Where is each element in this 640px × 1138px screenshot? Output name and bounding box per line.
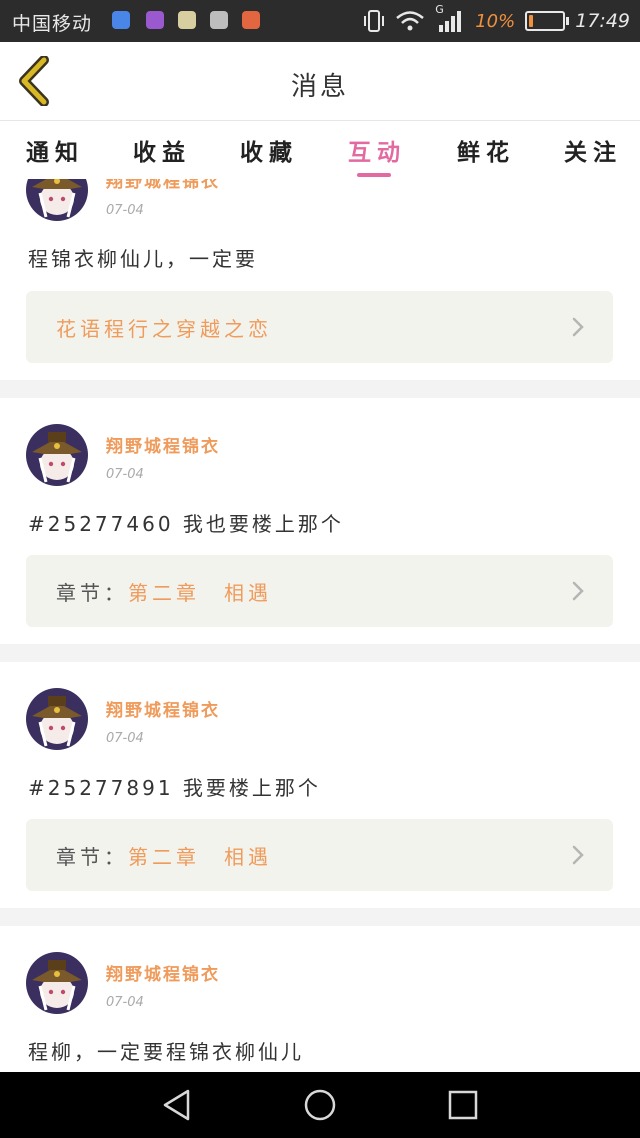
location-app-icon <box>112 11 130 29</box>
avatar-image <box>26 688 88 750</box>
post-date: 07-04 <box>106 203 144 218</box>
chevron-right-icon <box>572 581 584 601</box>
reference-text: 章节：第二章 相遇 <box>56 577 272 606</box>
list-item: 翔野城程锦衣 07-04 程锦衣柳仙儿，一定要 花语程行之穿越之恋 <box>0 179 640 379</box>
avatar-image <box>26 424 88 486</box>
list-item: 翔野城程锦衣 07-04 #25277891 我要楼上那个 章节：第二章 相遇 <box>0 662 640 907</box>
signal-icon: G <box>435 3 465 33</box>
tab-flowers[interactable]: 鲜花 <box>457 133 515 167</box>
avatar-image <box>26 952 88 1014</box>
font-app-icon <box>210 11 228 29</box>
section-divider <box>0 644 640 662</box>
message-text: 程锦衣柳仙儿，一定要 <box>28 247 258 271</box>
status-bar: 中国移动 G 10% 17:49 <box>0 0 640 42</box>
post-date: 07-04 <box>106 731 144 746</box>
battery-icon <box>525 11 570 31</box>
avatar-image <box>26 179 88 221</box>
tab-earnings[interactable]: 收益 <box>133 133 191 167</box>
home-circle-icon[interactable] <box>303 1088 337 1122</box>
recents-square-icon[interactable] <box>446 1088 480 1122</box>
username[interactable]: 翔野城程锦衣 <box>106 432 220 457</box>
vibrate-icon <box>364 10 385 32</box>
gallery-app-icon <box>146 11 164 29</box>
message-text: #25277460 我也要楼上那个 <box>28 512 344 536</box>
wifi-icon <box>396 11 425 31</box>
game-app-icon <box>178 11 196 29</box>
chevron-right-icon <box>572 845 584 865</box>
tab-favorites[interactable]: 收藏 <box>240 133 298 167</box>
battery-percent: 10% <box>475 10 516 32</box>
active-tab-indicator <box>357 173 391 177</box>
back-triangle-icon[interactable] <box>160 1088 194 1122</box>
tab-interactions[interactable]: 互动 <box>348 133 406 167</box>
section-divider <box>0 908 640 926</box>
post-date: 07-04 <box>106 467 144 482</box>
reference-card[interactable]: 花语程行之穿越之恋 <box>26 291 613 363</box>
reference-card[interactable]: 章节：第二章 相遇 <box>26 819 613 891</box>
username[interactable]: 翔野城程锦衣 <box>106 960 220 985</box>
post-date: 07-04 <box>106 995 144 1010</box>
reference-label: 章节： <box>56 845 128 869</box>
list-item: 翔野城程锦衣 07-04 #25277460 我也要楼上那个 章节：第二章 相遇 <box>0 398 640 643</box>
interaction-feed: 翔野城程锦衣 07-04 程锦衣柳仙儿，一定要 花语程行之穿越之恋 翔野城程锦衣… <box>0 179 640 1072</box>
list-item: 翔野城程锦衣 07-04 程柳，一定要程锦衣柳仙儿 <box>0 926 640 1072</box>
app-header: 消息 <box>0 42 640 121</box>
reference-label: 章节： <box>56 581 128 605</box>
avatar[interactable] <box>26 424 88 486</box>
tab-following[interactable]: 关注 <box>564 133 622 167</box>
book-title: 花语程行之穿越之恋 <box>56 317 272 341</box>
avatar[interactable] <box>26 952 88 1014</box>
reference-text: 花语程行之穿越之恋 <box>56 313 272 342</box>
username[interactable]: 翔野城程锦衣 <box>106 696 220 721</box>
video-app-icon <box>242 11 260 29</box>
message-text: 程柳，一定要程锦衣柳仙儿 <box>28 1040 304 1064</box>
page-title: 消息 <box>290 72 349 102</box>
tab-notifications[interactable]: 通知 <box>26 133 84 167</box>
chapter-title: 第二章 相遇 <box>128 845 272 869</box>
chevron-right-icon <box>572 317 584 337</box>
system-nav-bar <box>0 1072 640 1138</box>
tab-bar: 通知 收益 收藏 互动 鲜花 关注 <box>0 121 640 179</box>
status-right: G 10% 17:49 <box>363 3 630 34</box>
avatar[interactable] <box>26 688 88 750</box>
message-text: #25277891 我要楼上那个 <box>28 776 321 800</box>
clock: 17:49 <box>575 10 630 32</box>
carrier-name: 中国移动 <box>12 13 93 35</box>
avatar[interactable] <box>26 179 88 221</box>
chapter-title: 第二章 相遇 <box>128 581 272 605</box>
reference-card[interactable]: 章节：第二章 相遇 <box>26 555 613 627</box>
reference-text: 章节：第二章 相遇 <box>56 841 272 870</box>
section-divider <box>0 380 640 398</box>
username[interactable]: 翔野城程锦衣 <box>106 179 220 192</box>
